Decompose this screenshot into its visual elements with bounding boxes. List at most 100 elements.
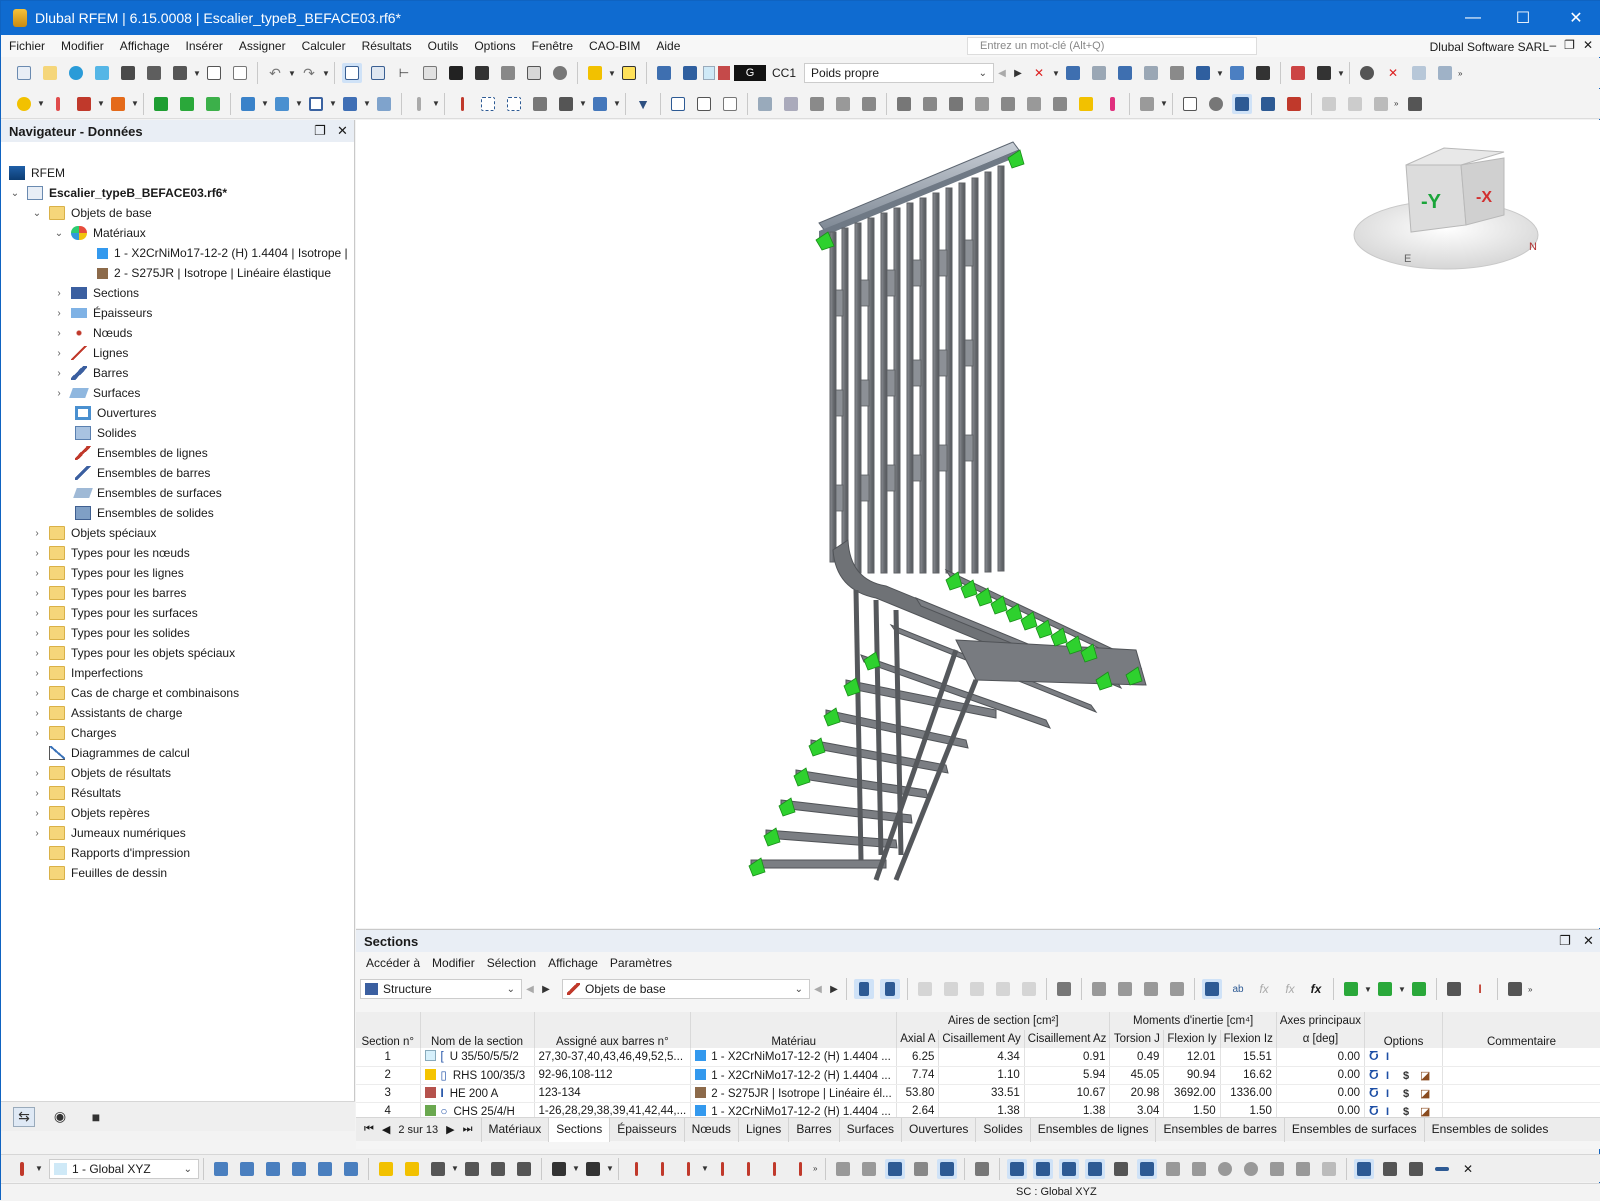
hinge-icon[interactable] xyxy=(203,94,223,114)
chevron-right-icon[interactable]: › xyxy=(31,728,43,739)
col-comment[interactable]: Commentaire xyxy=(1442,1012,1600,1048)
tab-surface-sets[interactable]: Ensembles de surfaces xyxy=(1283,1117,1424,1142)
3d-viewport[interactable]: -Y -X E N xyxy=(356,120,1600,928)
line-toggle-icon[interactable] xyxy=(1432,1159,1452,1179)
snap-icon[interactable] xyxy=(590,94,610,114)
chevron-right-icon[interactable]: › xyxy=(31,768,43,779)
save-icon[interactable] xyxy=(118,63,138,83)
chevron-down-icon[interactable]: ⌄ xyxy=(9,188,21,199)
first-page-icon[interactable]: ⏮ xyxy=(364,1123,374,1136)
osnap-circle-icon[interactable] xyxy=(1241,1159,1261,1179)
tab-surfaces[interactable]: Surfaces xyxy=(838,1117,901,1142)
osnap-grid-icon[interactable] xyxy=(1007,1158,1027,1179)
formula-clear-icon[interactable]: fx xyxy=(1280,979,1300,999)
angled-lines-icon[interactable] xyxy=(652,1159,672,1179)
extrude-icon[interactable] xyxy=(340,94,360,114)
sections-menu-selection[interactable]: Sélection xyxy=(481,956,542,970)
menu-assigner[interactable]: Assigner xyxy=(231,39,294,53)
col-section-name[interactable]: Nom de la section xyxy=(420,1012,535,1048)
previous-object-icon[interactable]: ◀ xyxy=(810,979,826,999)
tree-surface-sets[interactable]: Ensembles de surfaces xyxy=(73,483,222,503)
tree-folder-line-types[interactable]: › Types pour les lignes xyxy=(31,563,184,583)
sections-close-icon[interactable]: ✕ xyxy=(1583,933,1594,949)
close-snap-icon[interactable]: ✕ xyxy=(1458,1159,1478,1179)
tree-folder-digital-twins[interactable]: › Jumeaux numériques xyxy=(31,823,186,843)
project-icon[interactable] xyxy=(781,94,801,114)
report-icon[interactable] xyxy=(204,63,224,83)
tree-folder-special-object-types[interactable]: › Types pour les objets spéciaux xyxy=(31,643,235,663)
workplane-icon[interactable] xyxy=(833,1159,853,1179)
print-icon[interactable] xyxy=(170,63,190,83)
osnap-square-icon[interactable] xyxy=(1059,1158,1079,1179)
snap-solid-icon[interactable] xyxy=(315,1159,335,1179)
copy-icon[interactable] xyxy=(694,94,714,114)
menu-modifier[interactable]: Modifier xyxy=(53,39,112,53)
tree-folder-load-wizards[interactable]: › Assistants de charge xyxy=(31,703,182,723)
table-layout-icon[interactable] xyxy=(1202,979,1222,999)
chevron-right-icon[interactable]: › xyxy=(31,528,43,539)
menu-options[interactable]: Options xyxy=(466,39,523,53)
comment-cell[interactable] xyxy=(1442,1048,1600,1067)
tree-sections[interactable]: › Sections xyxy=(53,283,139,303)
dimension-snap-icon[interactable] xyxy=(428,1159,448,1179)
col-section-no[interactable]: Section n° xyxy=(356,1012,421,1048)
member-results-icon[interactable] xyxy=(1115,63,1135,83)
chevron-right-icon[interactable]: › xyxy=(53,308,65,319)
navigator-close-icon[interactable]: ✕ xyxy=(337,123,348,139)
formula-icon[interactable]: fx xyxy=(1254,979,1274,999)
tab-solid-sets[interactable]: Ensembles de solides xyxy=(1423,1117,1556,1142)
tree-solids[interactable]: Solides xyxy=(75,423,136,443)
tree-material-1[interactable]: 1 - X2CrNiMo17-12-2 (H) 1.4404 | Isotrop… xyxy=(97,243,349,263)
chevron-right-icon[interactable]: › xyxy=(53,328,65,339)
tree-line-sets[interactable]: Ensembles de lignes xyxy=(75,443,208,463)
view-options2-icon[interactable] xyxy=(1375,979,1395,999)
chevron-right-icon[interactable]: › xyxy=(31,708,43,719)
tree-base-objects[interactable]: ⌄ Objets de base xyxy=(31,203,152,223)
layers-icon[interactable] xyxy=(498,63,518,83)
table-toggle-icon[interactable] xyxy=(1354,1158,1374,1179)
tree-thicknesses[interactable]: › Épaisseurs xyxy=(53,303,152,323)
tree-lines[interactable]: › Lignes xyxy=(53,343,128,363)
tab-members[interactable]: Barres xyxy=(788,1117,838,1142)
measure-icon[interactable] xyxy=(619,63,639,83)
clear-row-icon[interactable] xyxy=(1019,979,1039,999)
coordinate-system-icon[interactable] xyxy=(556,94,576,114)
snap-grid-icon[interactable] xyxy=(211,1159,231,1179)
menu-outils[interactable]: Outils xyxy=(420,39,467,53)
chevron-right-icon[interactable]: › xyxy=(31,688,43,699)
scale-objects-icon[interactable] xyxy=(1050,94,1070,114)
next-load-case-icon[interactable]: ▶ xyxy=(1010,63,1026,83)
solid-results-icon[interactable] xyxy=(1167,63,1187,83)
display-settings-icon[interactable] xyxy=(1206,94,1226,114)
menu-inserer[interactable]: Insérer xyxy=(178,39,231,53)
more-toolbar2-icon[interactable]: » xyxy=(1394,99,1402,108)
comment-cell[interactable] xyxy=(1442,1084,1600,1103)
sync-icon[interactable] xyxy=(1345,94,1365,114)
next-filter-icon[interactable]: ▶ xyxy=(538,979,554,999)
more-toolbar-icon[interactable]: » xyxy=(1458,69,1466,78)
view-cube[interactable]: -Y -X E N xyxy=(1353,147,1539,270)
chevron-right-icon[interactable]: › xyxy=(31,668,43,679)
tree-folder-loads[interactable]: › Charges xyxy=(31,723,116,743)
grid-icon[interactable] xyxy=(478,94,498,114)
more-snap-icon[interactable]: » xyxy=(813,1164,821,1173)
table-view-icon[interactable] xyxy=(342,63,362,83)
object-type-filter-select[interactable]: Objets de base ⌄ xyxy=(562,979,810,999)
tab-thicknesses[interactable]: Épaisseurs xyxy=(609,1117,683,1142)
tree-surfaces[interactable]: › Surfaces xyxy=(53,383,140,403)
chevron-right-icon[interactable]: › xyxy=(31,588,43,599)
doc-minimize-icon[interactable]: – xyxy=(1549,38,1556,52)
connect-icon[interactable] xyxy=(859,94,879,114)
table-settings-icon[interactable] xyxy=(1409,979,1429,999)
chevron-right-icon[interactable]: › xyxy=(53,368,65,379)
menu-resultats[interactable]: Résultats xyxy=(354,39,420,53)
scale-icon[interactable] xyxy=(1314,63,1334,83)
col-assigned-members[interactable]: Assigné aux barres n° xyxy=(534,1012,692,1048)
divide-icon[interactable] xyxy=(833,94,853,114)
table-row[interactable]: 2 ▯ RHS 100/35/3 92-96,108-112 1 - X2CrNi… xyxy=(356,1066,1600,1085)
chevron-right-icon[interactable]: › xyxy=(31,568,43,579)
line-support-icon[interactable] xyxy=(177,94,197,114)
rotate-icon[interactable] xyxy=(720,94,740,114)
section-info-icon[interactable]: I xyxy=(1470,979,1490,999)
deformation-icon[interactable] xyxy=(1089,63,1109,83)
